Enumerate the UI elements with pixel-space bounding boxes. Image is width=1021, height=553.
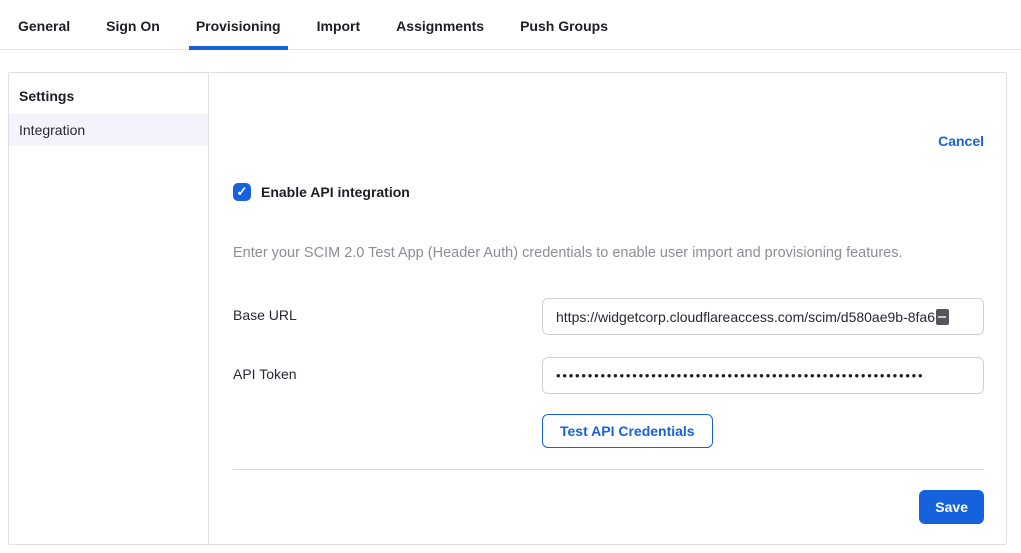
test-credentials-row: Test API Credentials (233, 414, 984, 448)
tab-push-groups[interactable]: Push Groups (513, 0, 615, 50)
sidebar-header: Settings (9, 73, 208, 114)
app-tab-bar: General Sign On Provisioning Import Assi… (0, 0, 1021, 50)
tab-assignments[interactable]: Assignments (389, 0, 491, 50)
tab-provisioning[interactable]: Provisioning (189, 0, 288, 50)
base-url-label: Base URL (233, 298, 542, 323)
cancel-row: Cancel (233, 133, 984, 151)
enable-api-integration-label: Enable API integration (261, 184, 410, 200)
settings-sidebar: Settings Integration (9, 73, 209, 544)
test-api-credentials-button[interactable]: Test API Credentials (542, 414, 713, 448)
save-button[interactable]: Save (919, 490, 984, 524)
tab-import[interactable]: Import (310, 0, 368, 50)
enable-api-integration-checkbox[interactable]: ✓ (233, 183, 251, 201)
provisioning-panel: Settings Integration Cancel ✓ Enable API… (8, 72, 1007, 545)
save-row: Save (233, 490, 984, 524)
tab-sign-on[interactable]: Sign On (99, 0, 167, 50)
credentials-description: Enter your SCIM 2.0 Test App (Header Aut… (233, 245, 984, 261)
sidebar-item-integration[interactable]: Integration (9, 114, 208, 146)
api-token-row: API Token ••••••••••••••••••••••••••••••… (233, 357, 984, 394)
cancel-button[interactable]: Cancel (938, 133, 984, 149)
api-token-label: API Token (233, 357, 542, 382)
base-url-row: Base URL https://widgetcorp.cloudflareac… (233, 298, 984, 335)
integration-settings-form: Cancel ✓ Enable API integration Enter yo… (209, 73, 1008, 544)
checkmark-icon: ✓ (237, 184, 248, 200)
enable-api-integration-row: ✓ Enable API integration (233, 183, 984, 201)
base-url-input[interactable]: https://widgetcorp.cloudflareaccess.com/… (542, 298, 984, 335)
text-caret-block (936, 309, 949, 325)
tab-general[interactable]: General (11, 0, 77, 50)
api-token-input[interactable]: ••••••••••••••••••••••••••••••••••••••••… (542, 357, 984, 394)
base-url-value: https://widgetcorp.cloudflareaccess.com/… (556, 309, 935, 325)
api-token-masked-value: ••••••••••••••••••••••••••••••••••••••••… (556, 368, 924, 383)
footer-divider (233, 469, 984, 470)
